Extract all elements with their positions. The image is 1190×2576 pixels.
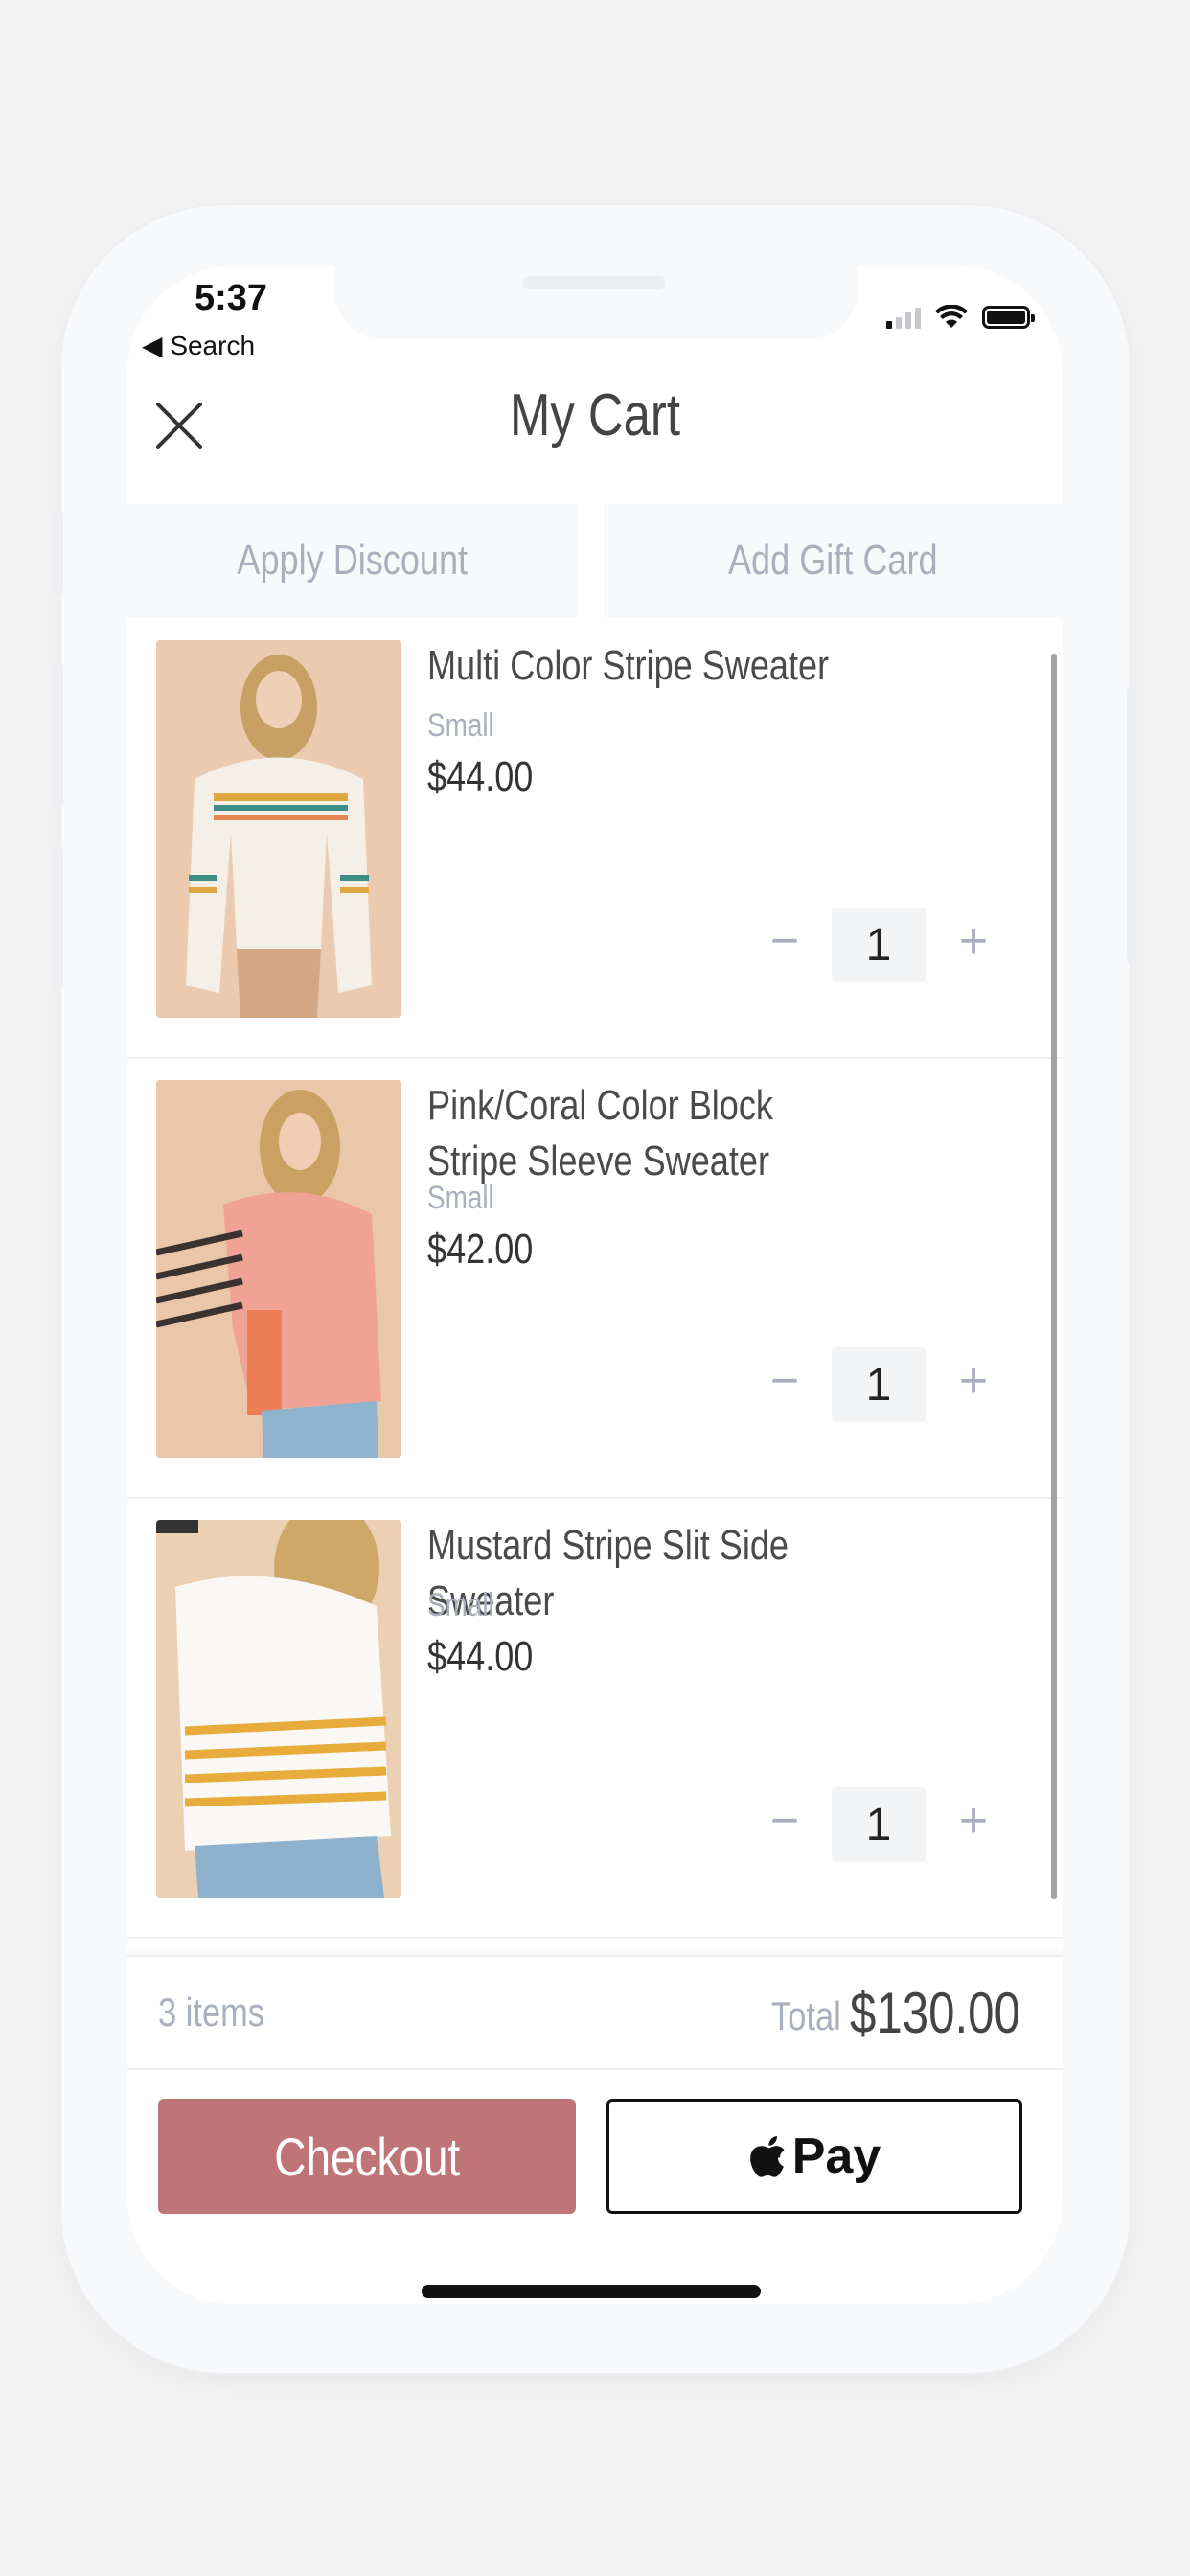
back-to-search-link[interactable]: ◀ Search [142, 330, 255, 361]
product-image[interactable] [156, 640, 401, 1018]
item-size: Small [427, 1180, 494, 1216]
status-icons [886, 305, 1035, 330]
total-label: Total [771, 1993, 841, 2038]
close-icon[interactable] [152, 399, 206, 452]
apply-discount-label: Apply Discount [237, 537, 469, 584]
status-time: 5:37 [195, 278, 268, 318]
increase-quantity-button[interactable]: + [945, 912, 1002, 970]
decrease-quantity-button[interactable]: − [756, 1352, 813, 1410]
battery-icon [982, 306, 1035, 329]
side-button [1127, 686, 1136, 964]
cart-item-list: Multi Color Stripe Sweater Small $44.00 … [127, 617, 1063, 1940]
add-gift-card-button[interactable]: Add Gift Card [604, 504, 1063, 617]
item-size: Small [427, 1587, 494, 1623]
cart-summary: 3 items Total $130.00 [127, 1955, 1063, 2070]
side-button [54, 510, 63, 596]
side-button [54, 663, 63, 807]
product-image[interactable] [156, 1520, 401, 1898]
items-count: 3 items [158, 1990, 265, 2035]
apple-pay-button[interactable]: Pay [606, 2099, 1022, 2214]
apple-pay-label: Pay [791, 2128, 881, 2184]
item-price: $44.00 [427, 753, 534, 800]
quantity-value: 1 [832, 1787, 926, 1862]
divider [127, 2068, 1063, 2070]
product-image[interactable] [156, 1080, 401, 1458]
home-indicator [422, 2285, 761, 2298]
page-title: My Cart [510, 382, 680, 448]
apply-discount-button[interactable]: Apply Discount [127, 504, 578, 617]
add-gift-card-label: Add Gift Card [728, 537, 938, 584]
item-name[interactable]: Multi Color Stripe Sweater [427, 638, 867, 694]
checkout-button[interactable]: Checkout [158, 2099, 576, 2214]
item-price: $42.00 [427, 1226, 534, 1273]
item-price: $44.00 [427, 1633, 534, 1680]
cart-item: Multi Color Stripe Sweater Small $44.00 … [127, 617, 1063, 1059]
wifi-icon [935, 305, 968, 328]
total-value: $130.00 [850, 1981, 1020, 2045]
decrease-quantity-button[interactable]: − [756, 1792, 813, 1850]
cart-item: Pink/Coral Color Block Stripe Sleeve Swe… [127, 1057, 1063, 1499]
scrollbar[interactable] [1051, 654, 1057, 1899]
quantity-value: 1 [832, 1347, 926, 1422]
side-button [54, 845, 63, 989]
increase-quantity-button[interactable]: + [945, 1792, 1002, 1850]
cart-item: Mustard Stripe Slit Side Sweater Small $… [127, 1497, 1063, 1939]
notch [334, 266, 858, 339]
quantity-value: 1 [832, 908, 926, 982]
item-name[interactable]: Pink/Coral Color Block Stripe Sleeve Swe… [427, 1078, 867, 1189]
decrease-quantity-button[interactable]: − [756, 912, 813, 970]
cart-actions-tabs: Apply Discount Add Gift Card [127, 504, 1063, 617]
checkout-label: Checkout [273, 2126, 460, 2187]
apple-logo-icon [749, 2136, 785, 2177]
item-size: Small [427, 707, 494, 744]
app-screen: 5:37 ◀ Search My Cart Apply Discount Add… [127, 266, 1063, 2304]
signal-icon [886, 306, 921, 329]
increase-quantity-button[interactable]: + [945, 1352, 1002, 1410]
